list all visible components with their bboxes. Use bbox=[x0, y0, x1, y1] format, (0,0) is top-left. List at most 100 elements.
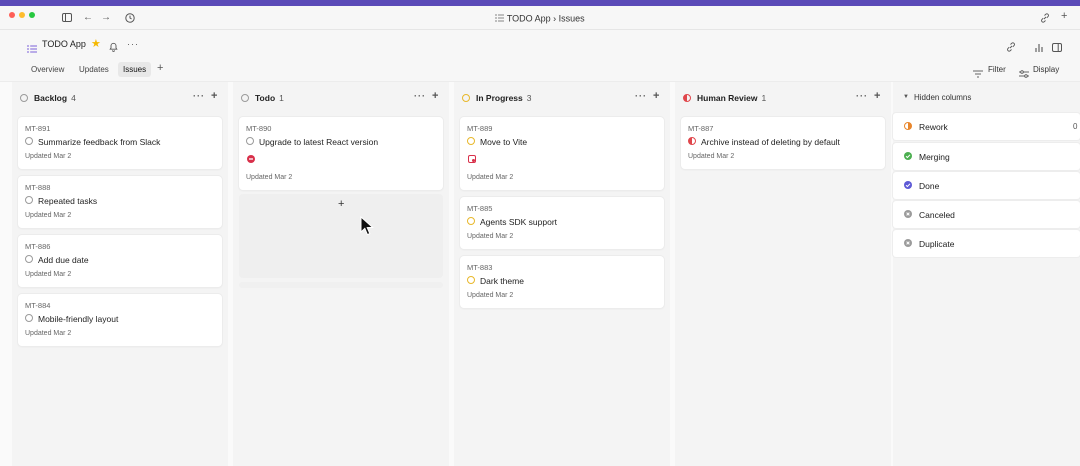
issue-card[interactable]: MT-888 Repeated tasks Updated Mar 2 bbox=[18, 176, 222, 228]
column-header: In Progress 3 ··· + bbox=[454, 90, 670, 106]
notification-bell-icon[interactable] bbox=[109, 39, 118, 57]
column-human-review: Human Review 1 ··· + MT-887 Archive inste… bbox=[675, 82, 891, 466]
dropzone-divider bbox=[239, 282, 443, 288]
rework-status-icon bbox=[904, 122, 912, 130]
issue-title: Repeated tasks bbox=[38, 196, 98, 206]
window-titlebar: ← → TODO App › Issues + bbox=[0, 6, 1080, 30]
display-button[interactable]: Display bbox=[1033, 65, 1059, 74]
issue-card[interactable]: MT-886 Add due date Updated Mar 2 bbox=[18, 235, 222, 287]
hidden-column-canceled[interactable]: Canceled bbox=[893, 201, 1080, 228]
in-progress-status-icon[interactable] bbox=[467, 137, 475, 145]
column-add-icon[interactable]: + bbox=[874, 90, 880, 102]
issue-card[interactable]: MT-883 Dark theme Updated Mar 2 bbox=[460, 256, 664, 308]
issue-updated: Updated Mar 2 bbox=[25, 212, 72, 219]
in-progress-status-icon[interactable] bbox=[467, 276, 475, 284]
hidden-column-rework[interactable]: Rework 0 bbox=[893, 113, 1080, 140]
in-progress-status-icon[interactable] bbox=[467, 217, 475, 225]
tab-updates[interactable]: Updates bbox=[74, 62, 114, 77]
hidden-columns-panel: ▼ Hidden columns Rework 0 Merging Done C… bbox=[893, 82, 1080, 466]
issue-id: MT-891 bbox=[25, 124, 51, 133]
column-in-progress: In Progress 3 ··· + MT-889 Move to Vite U… bbox=[454, 82, 670, 466]
issue-card[interactable]: MT-891 Summarize feedback from Slack Upd… bbox=[18, 117, 222, 169]
issue-title: Move to Vite bbox=[480, 137, 528, 147]
insights-chart-icon[interactable] bbox=[1034, 39, 1044, 57]
column-header: Backlog 4 ··· + bbox=[12, 90, 228, 106]
more-options-icon[interactable]: ··· bbox=[127, 39, 139, 49]
new-issue-dropzone[interactable]: + bbox=[239, 194, 443, 278]
favorite-star-icon[interactable]: ★ bbox=[91, 37, 101, 50]
backlog-status-icon bbox=[20, 94, 28, 102]
hidden-column-duplicate[interactable]: Duplicate bbox=[893, 230, 1080, 257]
issue-card[interactable]: MT-887 Archive instead of deleting by de… bbox=[681, 117, 885, 169]
add-issue-plus-icon[interactable]: + bbox=[338, 198, 344, 210]
hidden-column-label: Merging bbox=[919, 152, 950, 162]
review-status-icon[interactable] bbox=[688, 137, 696, 145]
issue-title: Agents SDK support bbox=[480, 217, 558, 227]
issue-updated: Updated Mar 2 bbox=[688, 153, 735, 160]
done-check-icon bbox=[904, 181, 912, 189]
column-count: 1 bbox=[761, 93, 767, 103]
column-count: 4 bbox=[71, 93, 76, 103]
column-add-icon[interactable]: + bbox=[211, 90, 217, 102]
urgent-priority-icon[interactable] bbox=[247, 155, 255, 163]
review-status-icon bbox=[683, 94, 691, 102]
mouse-cursor-icon bbox=[360, 215, 374, 241]
issue-card[interactable]: MT-890 Upgrade to latest React version U… bbox=[239, 117, 443, 190]
column-title: Todo bbox=[255, 93, 276, 103]
backlog-status-icon[interactable] bbox=[25, 137, 33, 145]
issue-updated: Updated Mar 2 bbox=[25, 271, 72, 278]
merging-status-icon bbox=[904, 152, 912, 160]
new-tab-plus-icon[interactable]: + bbox=[1061, 11, 1067, 22]
details-panel-icon[interactable] bbox=[1052, 39, 1062, 57]
kanban-board: Backlog 4 ··· + MT-891 Summarize feedback… bbox=[0, 82, 1080, 466]
display-settings-icon[interactable] bbox=[1019, 65, 1029, 83]
issue-card[interactable]: MT-884 Mobile-friendly layout Updated Ma… bbox=[18, 294, 222, 346]
column-header: Human Review 1 ··· + bbox=[675, 90, 891, 106]
column-add-icon[interactable]: + bbox=[653, 90, 659, 102]
issue-title: Dark theme bbox=[480, 276, 524, 286]
issue-title: Archive instead of deleting by default bbox=[701, 137, 840, 147]
window-title: TODO App › Issues bbox=[0, 13, 1080, 24]
issue-id: MT-887 bbox=[688, 124, 714, 133]
column-add-icon[interactable]: + bbox=[432, 90, 438, 102]
issue-updated: Updated Mar 2 bbox=[25, 330, 72, 337]
issue-id: MT-883 bbox=[467, 263, 493, 272]
tab-overview[interactable]: Overview bbox=[26, 62, 69, 77]
hidden-column-done[interactable]: Done bbox=[893, 172, 1080, 199]
issue-id: MT-885 bbox=[467, 204, 493, 213]
issue-id: MT-884 bbox=[25, 301, 51, 310]
backlog-status-icon[interactable] bbox=[25, 196, 33, 204]
collapse-caret-icon[interactable]: ▼ bbox=[903, 94, 909, 100]
issue-updated: Updated Mar 2 bbox=[467, 174, 514, 181]
hidden-column-count: 0 bbox=[1073, 122, 1078, 131]
review-label-icon[interactable] bbox=[468, 155, 476, 163]
copy-link-icon[interactable] bbox=[1006, 39, 1016, 57]
filter-icon[interactable] bbox=[973, 65, 983, 83]
column-more-icon[interactable]: ··· bbox=[414, 91, 426, 101]
hidden-columns-title[interactable]: Hidden columns bbox=[914, 93, 971, 102]
add-view-plus-icon[interactable]: + bbox=[157, 62, 163, 74]
hidden-column-merging[interactable]: Merging bbox=[893, 143, 1080, 170]
backlog-status-icon[interactable] bbox=[25, 314, 33, 322]
view-tabs: Overview Updates Issues + Filter Display bbox=[0, 58, 1080, 82]
issues-list-icon bbox=[27, 40, 37, 58]
todo-status-icon[interactable] bbox=[246, 137, 254, 145]
issue-updated: Updated Mar 2 bbox=[467, 292, 514, 299]
link-icon[interactable] bbox=[1040, 13, 1050, 26]
tab-issues[interactable]: Issues bbox=[118, 62, 152, 77]
column-title: Human Review bbox=[697, 93, 758, 103]
column-more-icon[interactable]: ··· bbox=[193, 91, 205, 101]
issue-card[interactable]: MT-885 Agents SDK support Updated Mar 2 bbox=[460, 197, 664, 249]
column-count: 3 bbox=[526, 93, 532, 103]
column-title: Backlog bbox=[34, 93, 68, 103]
hidden-column-label: Duplicate bbox=[919, 239, 955, 249]
backlog-status-icon[interactable] bbox=[25, 255, 33, 263]
column-more-icon[interactable]: ··· bbox=[856, 91, 868, 101]
issue-id: MT-890 bbox=[246, 124, 272, 133]
filter-button[interactable]: Filter bbox=[988, 65, 1006, 74]
hidden-column-label: Done bbox=[919, 181, 940, 191]
column-more-icon[interactable]: ··· bbox=[635, 91, 647, 101]
app-name[interactable]: TODO App bbox=[42, 39, 86, 49]
issue-id: MT-889 bbox=[467, 124, 493, 133]
issue-card[interactable]: MT-889 Move to Vite Updated Mar 2 bbox=[460, 117, 664, 190]
